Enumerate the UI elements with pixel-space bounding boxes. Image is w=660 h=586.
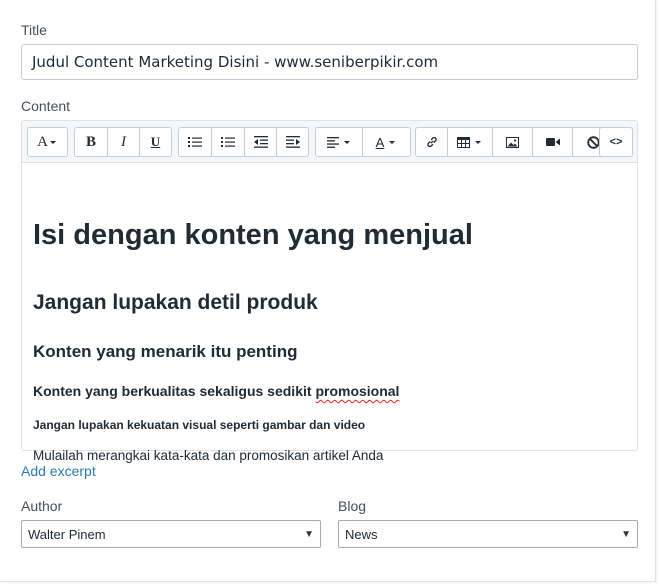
blog-label: Blog: [338, 498, 367, 514]
bold-label: B: [85, 133, 96, 150]
blog-selected-value: News: [345, 526, 378, 542]
title-label: Title: [21, 22, 47, 38]
toolbar-group-insert: [415, 127, 615, 157]
bullet-list-icon: [188, 137, 202, 147]
caret-down-icon: [343, 141, 350, 144]
numbered-list-icon: [221, 137, 235, 147]
outdent-icon: [253, 136, 268, 148]
caret-down-icon: [475, 141, 481, 144]
author-label: Author: [21, 498, 63, 514]
content-heading-5: Jangan lupakan kekuatan visual seperti g…: [33, 418, 366, 432]
toolbar-group-align-color: A: [315, 127, 411, 157]
image-button[interactable]: [493, 128, 533, 156]
italic-label: I: [121, 133, 126, 150]
table-icon: [457, 136, 470, 148]
outdent-button[interactable]: [245, 128, 277, 156]
caret-down-icon: [49, 141, 56, 144]
post-editor-card: Title Judul Content Marketing Disini - w…: [0, 0, 656, 582]
html-source-button[interactable]: <>: [600, 128, 632, 156]
dropdown-arrow-icon: ▼: [621, 528, 631, 540]
misspelled-word: promosional: [315, 383, 400, 399]
title-input-value: Judul Content Marketing Disini - www.sen…: [32, 53, 439, 71]
bold-button[interactable]: B: [75, 128, 108, 156]
author-selected-value: Walter Pinem: [28, 526, 106, 542]
text-color-button[interactable]: A: [363, 128, 410, 156]
toolbar-group-text-style: B I U: [74, 127, 172, 157]
blog-select[interactable]: News ▼: [338, 520, 638, 548]
underline-button[interactable]: U: [140, 128, 171, 156]
table-button[interactable]: [448, 128, 493, 156]
dropdown-arrow-icon: ▼: [304, 528, 314, 540]
caret-down-icon: [389, 141, 396, 144]
font-style-button[interactable]: A: [28, 128, 67, 156]
image-icon: [506, 136, 519, 148]
font-style-label: A: [37, 133, 48, 150]
editor-toolbar: A B I U A <>: [22, 121, 637, 163]
content-paragraph: Mulailah merangkai kata-kata dan promosi…: [33, 448, 384, 463]
author-select[interactable]: Walter Pinem ▼: [21, 520, 321, 548]
link-icon: [426, 136, 437, 148]
indent-button[interactable]: [277, 128, 308, 156]
numbered-list-button[interactable]: [212, 128, 245, 156]
content-heading-2: Jangan lupakan detil produk: [33, 291, 318, 314]
html-source-label: <>: [609, 136, 623, 148]
rich-text-editor[interactable]: A B I U A <> Isi dengan konten yang menj…: [21, 120, 638, 463]
video-button[interactable]: [533, 128, 573, 156]
bullet-list-button[interactable]: [179, 128, 212, 156]
link-button[interactable]: [416, 128, 448, 156]
title-input[interactable]: Judul Content Marketing Disini - www.sen…: [21, 44, 638, 80]
italic-button[interactable]: I: [108, 128, 140, 156]
underline-label: U: [150, 134, 161, 149]
video-camera-icon: [545, 138, 560, 146]
content-heading-3: Konten yang menarik itu penting: [33, 342, 298, 361]
align-button[interactable]: [316, 128, 363, 156]
content-heading-1: Isi dengan konten yang menjual: [33, 219, 473, 251]
toolbar-group-html: <>: [599, 127, 633, 157]
content-heading-4: Konten yang berkualitas sekaligus sediki…: [33, 383, 399, 399]
text-color-label: A: [375, 134, 385, 150]
toolbar-group-lists: [178, 127, 309, 157]
toolbar-group-font: A: [27, 127, 68, 157]
indent-icon: [285, 136, 300, 148]
align-left-icon: [326, 136, 339, 148]
content-label: Content: [21, 98, 71, 114]
add-excerpt-link[interactable]: Add excerpt: [21, 463, 96, 479]
content-heading-4-prefix: Konten yang berkualitas sekaligus sediki…: [33, 383, 316, 399]
